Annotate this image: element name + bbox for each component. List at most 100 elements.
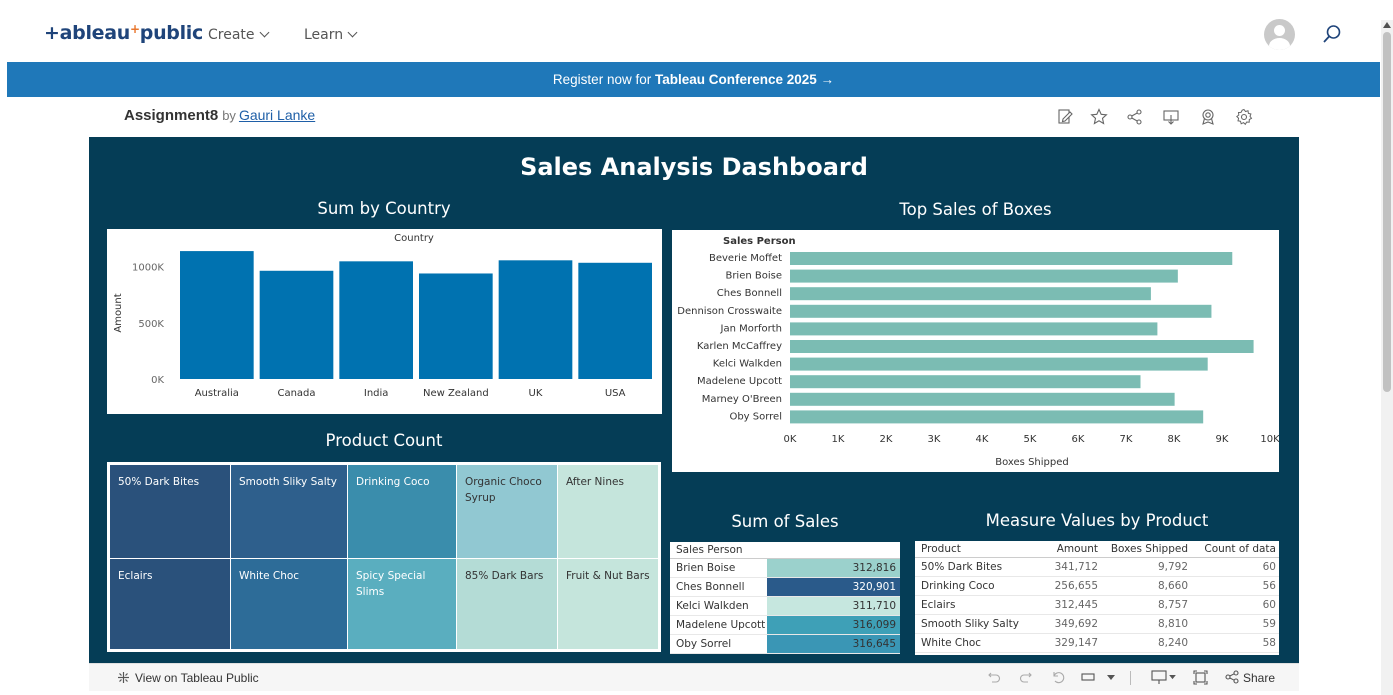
fullscreen-icon[interactable] [1193,670,1208,685]
top-sales-y-label: Madelene Upcott [697,376,782,387]
country-bar[interactable] [259,270,334,379]
treemap-tile[interactable]: Fruit & Nut Bars [558,559,658,649]
sales-value-cell: 320,901 [767,578,900,596]
country-bar[interactable] [578,262,652,379]
download-icon[interactable] [1162,108,1180,126]
share-button[interactable]: Share [1243,671,1275,685]
country-bar[interactable] [339,261,413,379]
treemap-tile[interactable]: 50% Dark Bites [110,465,230,558]
top-nav: +ableau+public Create Learn [0,0,1393,62]
top-sales-bar[interactable] [790,340,1254,353]
top-sales-y-label: Dennison Crosswaite [677,306,782,317]
toolbar-divider [1130,671,1131,685]
count-value: 59 [1262,618,1276,630]
view-on-tableau-public-link[interactable]: View on Tableau Public [135,671,259,685]
amount-value: 312,445 [1054,599,1098,611]
refresh-data-icon[interactable] [1081,671,1095,683]
tableau-public-logo[interactable]: +ableau+public [44,22,203,44]
top-sales-bar[interactable] [790,392,1175,406]
country-bar[interactable] [498,260,573,379]
tableau-cross-icon [118,672,129,683]
country-x-tick-label: New Zealand [423,388,489,399]
product-count-treemap[interactable]: 50% Dark Bites Eclairs Smooth Sliky Salty W… [107,462,661,652]
measure-col-count: Count of data [1204,543,1276,555]
search-icon[interactable] [1322,24,1342,44]
star-icon[interactable] [1090,108,1108,126]
section-title-measure-values: Measure Values by Product [985,511,1209,530]
treemap-tile[interactable]: Smooth Sliky Salty [231,465,347,558]
dropdown-caret-icon[interactable] [1107,675,1115,681]
conference-banner[interactable]: Register now for Tableau Conference 2025… [7,62,1380,97]
scroll-thumb[interactable] [1383,32,1391,392]
treemap-tile[interactable]: White Choc [231,559,347,649]
sum-sales-row[interactable]: Brien Boise 312,816 [670,559,900,578]
section-title-country: Sum by Country [317,199,451,218]
sum-sales-row[interactable]: Kelci Walkden 311,710 [670,597,900,616]
count-value: 60 [1262,561,1276,573]
edit-copy-icon[interactable] [1056,108,1074,126]
top-sales-bar[interactable] [790,322,1158,336]
country-bar[interactable] [180,251,254,379]
measure-values-row[interactable]: 50% Dark Bites 341,712 9,792 60 [915,558,1279,577]
measure-values-row[interactable]: Drinking Coco 256,655 8,660 56 [915,577,1279,596]
sum-sales-table[interactable]: Sales Person Brien Boise 312,816 Ches Bonn… [670,542,900,654]
amount-value: 341,712 [1054,561,1098,573]
nav-learn-menu[interactable]: Learn [304,27,358,43]
dashboard: Sales Analysis Dashboard Sum by Country … [89,137,1299,663]
country-x-tick-label: UK [529,388,543,399]
top-sales-bar[interactable] [790,304,1212,318]
chevron-down-icon [259,27,269,38]
sum-sales-header: Sales Person [670,542,900,559]
sum-sales-row[interactable]: Madelene Upcott 316,099 [670,616,900,635]
share-icon[interactable] [1126,108,1144,126]
undo-icon[interactable] [987,670,1001,684]
viz-title: Assignment8 [124,107,219,124]
author-link[interactable]: Gauri Lanke [239,107,315,123]
nav-create-menu[interactable]: Create [208,27,269,43]
sum-sales-row[interactable]: Ches Bonnell 320,901 [670,578,900,597]
treemap-tile[interactable]: Organic Choco Syrup [457,465,557,558]
top-sales-bar[interactable] [790,269,1178,283]
revert-icon[interactable] [1051,670,1065,684]
country-y-axis-label: Amount [113,293,124,332]
bottom-toolbar: View on Tableau Public Share [89,663,1299,691]
treemap-tile[interactable]: Spicy Special Slims [348,559,456,649]
country-y-tick-label: 1000K [132,263,164,274]
country-bar-chart[interactable]: Country Amount 0K 500K 1000K Australia Canada I… [107,229,662,414]
share-icon[interactable] [1225,670,1239,684]
treemap-tile[interactable]: 85% Dark Bars [457,559,557,649]
scroll-up-arrow-icon[interactable] [1383,22,1391,28]
treemap-tile[interactable]: After Nines [558,465,658,558]
measure-values-table[interactable]: Product Amount Boxes Shipped Count of da… [915,541,1279,655]
viz-by-label: by [222,108,236,123]
user-avatar[interactable] [1264,19,1295,50]
measure-values-row[interactable]: White Choc 329,147 8,240 58 [915,634,1279,653]
sales-person-name: Brien Boise [676,562,736,574]
top-sales-bar[interactable] [790,375,1141,389]
measure-col-boxes: Boxes Shipped [1110,543,1188,555]
top-sales-bar-chart[interactable]: Sales Person Beverie Moffet Brien Boise Che… [672,230,1280,472]
sum-sales-row[interactable]: Oby Sorrel 316,645 [670,635,900,654]
measure-values-row[interactable]: Smooth Sliky Salty 349,692 8,810 59 [915,615,1279,634]
sales-person-name: Oby Sorrel [676,638,732,650]
top-sales-y-label: Ches Bonnell [717,288,782,299]
top-sales-bar[interactable] [790,410,1204,424]
settings-gear-icon[interactable] [1235,108,1253,126]
measure-values-row[interactable]: Eclairs 312,445 8,757 60 [915,596,1279,615]
badge-icon[interactable] [1199,108,1217,126]
measure-col-amount: Amount [1056,543,1098,555]
country-x-tick-label: Canada [277,388,315,399]
page-scrollbar[interactable] [1381,20,1393,695]
redo-icon[interactable] [1019,670,1033,684]
sales-value-cell: 316,645 [767,635,900,653]
treemap-tile[interactable]: Eclairs [110,559,230,649]
dropdown-caret-icon[interactable] [1169,675,1176,680]
top-sales-bar[interactable] [790,357,1208,371]
country-chart-title: Country [394,233,434,244]
country-bar[interactable] [419,273,493,379]
presentation-icon[interactable] [1151,670,1167,685]
top-sales-bar[interactable] [790,252,1233,265]
sales-person-name: Madelene Upcott [676,619,766,631]
treemap-tile[interactable]: Drinking Coco [348,465,456,558]
top-sales-bar[interactable] [790,287,1151,301]
